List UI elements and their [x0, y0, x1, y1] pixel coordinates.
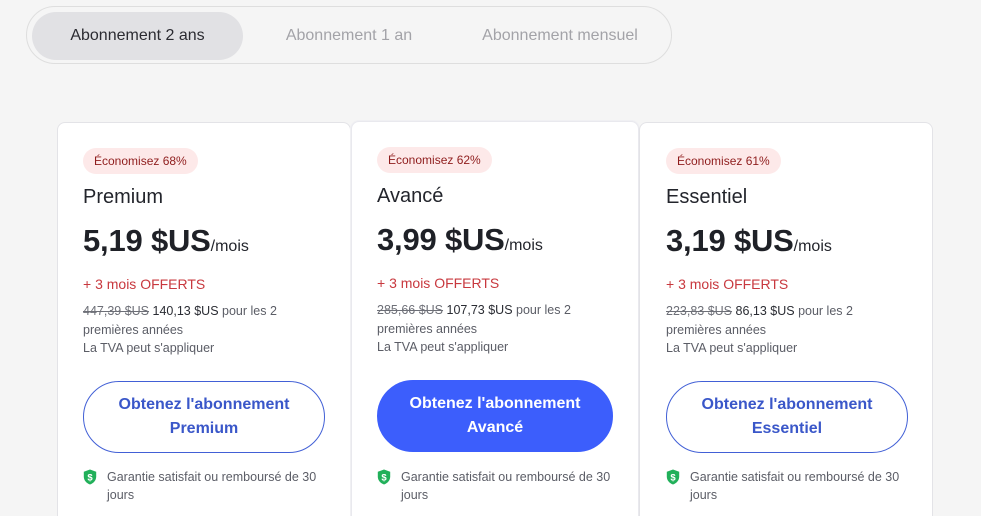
billing-details: 447,39 $US 140,13 $US pour les 2 premièr…: [83, 302, 313, 358]
get-essentiel-button[interactable]: Obtenez l'abonnement Essentiel: [666, 381, 908, 453]
price-amount: 3,99 $US: [377, 222, 505, 257]
plan-price: 5,19 $US/mois: [83, 223, 249, 259]
price-period: /mois: [504, 237, 543, 254]
money-back-guarantee: $ Garantie satisfait ou remboursé de 30 …: [377, 468, 627, 504]
plan-card-premium: Économisez 68% Premium 5,19 $US/mois + 3…: [57, 122, 351, 516]
price-amount: 3,19 $US: [666, 223, 794, 258]
savings-badge: Économisez 61%: [666, 148, 781, 174]
vat-note: La TVA peut s'appliquer: [666, 341, 798, 355]
tab-monthly[interactable]: Abonnement mensuel: [455, 12, 665, 60]
plan-price: 3,19 $US/mois: [666, 223, 832, 259]
price-period: /mois: [793, 238, 832, 255]
price-period: /mois: [210, 238, 249, 255]
bonus-offer: + 3 mois OFFERTS: [83, 276, 206, 292]
guarantee-text: Garantie satisfait ou remboursé de 30 jo…: [107, 470, 317, 502]
price-amount: 5,19 $US: [83, 223, 211, 258]
tab-1-year[interactable]: Abonnement 1 an: [261, 12, 437, 60]
svg-text:$: $: [87, 473, 93, 484]
svg-text:$: $: [670, 473, 676, 484]
vat-note: La TVA peut s'appliquer: [377, 340, 509, 354]
new-price: 107,73 $US: [446, 303, 513, 317]
plan-name: Essentiel: [666, 186, 748, 208]
billing-details: 223,83 $US 86,13 $US pour les 2 première…: [666, 302, 896, 358]
plan-price: 3,99 $US/mois: [377, 222, 543, 258]
subscription-period-tabs: Abonnement 2 ans Abonnement 1 an Abonnem…: [26, 6, 672, 64]
new-price: 140,13 $US: [152, 304, 219, 318]
guarantee-text: Garantie satisfait ou remboursé de 30 jo…: [690, 470, 900, 502]
plan-name: Avancé: [377, 185, 444, 207]
get-premium-button[interactable]: Obtenez l'abonnement Premium: [83, 381, 325, 453]
savings-badge: Économisez 62%: [377, 147, 492, 173]
money-back-guarantee: $ Garantie satisfait ou remboursé de 30 …: [83, 468, 333, 504]
plan-name: Premium: [83, 186, 164, 208]
shield-check-icon: $: [666, 469, 680, 485]
plan-card-essentiel: Économisez 61% Essentiel 3,19 $US/mois +…: [639, 122, 933, 516]
guarantee-text: Garantie satisfait ou remboursé de 30 jo…: [401, 470, 611, 502]
new-price: 86,13 $US: [735, 304, 795, 318]
savings-badge: Économisez 68%: [83, 148, 198, 174]
old-price: 447,39 $US: [83, 304, 150, 318]
shield-check-icon: $: [377, 469, 391, 485]
billing-details: 285,66 $US 107,73 $US pour les 2 premièr…: [377, 301, 607, 357]
old-price: 285,66 $US: [377, 303, 444, 317]
shield-check-icon: $: [83, 469, 97, 485]
bonus-offer: + 3 mois OFFERTS: [666, 276, 789, 292]
old-price: 223,83 $US: [666, 304, 733, 318]
vat-note: La TVA peut s'appliquer: [83, 341, 215, 355]
plan-card-avance: Économisez 62% Avancé 3,99 $US/mois + 3 …: [351, 121, 639, 516]
svg-text:$: $: [381, 473, 387, 484]
bonus-offer: + 3 mois OFFERTS: [377, 275, 500, 291]
tab-2-years[interactable]: Abonnement 2 ans: [32, 12, 243, 60]
get-avance-button[interactable]: Obtenez l'abonnement Avancé: [377, 380, 613, 452]
money-back-guarantee: $ Garantie satisfait ou remboursé de 30 …: [666, 468, 916, 504]
